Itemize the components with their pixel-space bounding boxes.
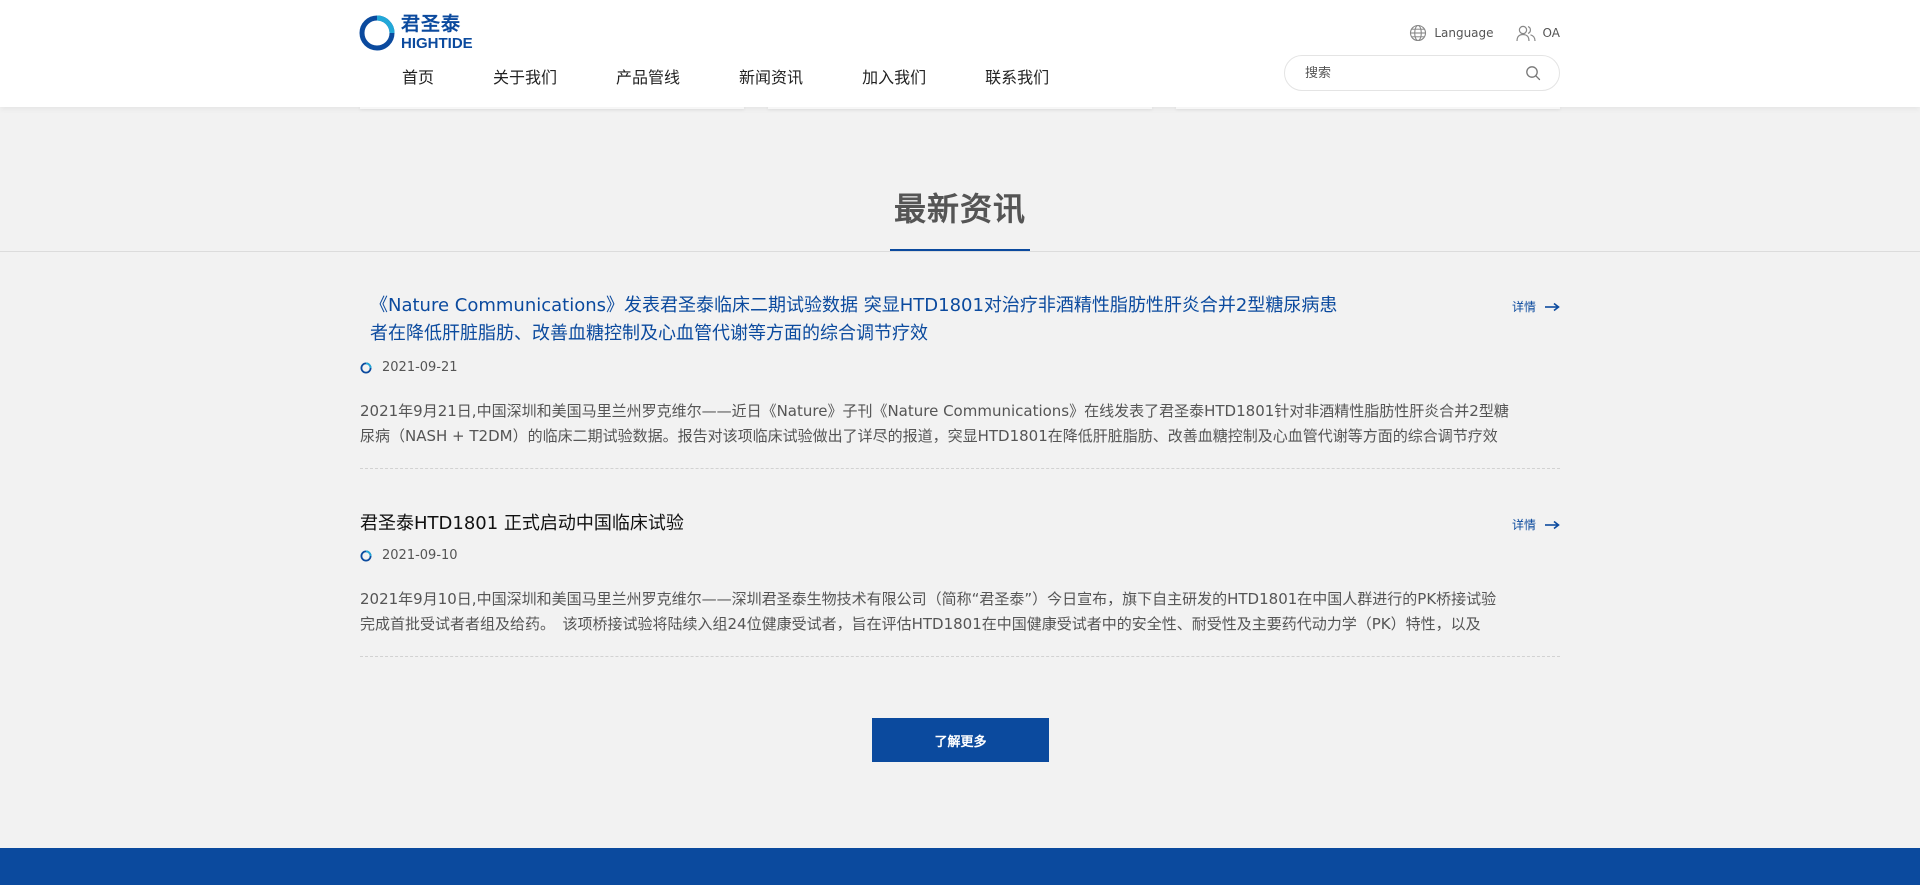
nav-item-home[interactable]: 首页 [402,64,434,88]
logo-name-en: HIGHTIDE [401,35,473,52]
nav-item-pipeline[interactable]: 产品管线 [616,64,680,88]
date-logo-icon [360,362,372,373]
news-summary: 2021年9月21日,中国深圳和美国马里兰州罗克维尔——近日《Nature》子刊… [360,399,1560,449]
news-title[interactable]: 君圣泰HTD1801 正式启动中国临床试验 [360,510,1350,538]
news-summary-line: 2021年9月21日,中国深圳和美国马里兰州罗克维尔——近日《Nature》子刊… [360,402,1509,420]
logo-text: 君圣泰 HIGHTIDE [401,13,473,52]
logo-mark-icon [359,15,395,51]
news-date: 2021-09-10 [360,548,1560,563]
top-links: Language OA [1409,24,1560,42]
news-summary-line: 尿病（NASH + T2DM）的临床二期试验数据。报告对该项临床试验做出了详尽的… [360,427,1498,445]
main-nav: 首页 关于我们 产品管线 新闻资讯 加入我们 联系我们 [359,62,1049,90]
news-summary-line: 2021年9月10日,中国深圳和美国马里兰州罗克维尔——深圳君圣泰生物技术有限公… [360,590,1497,608]
learn-more-button[interactable]: 了解更多 [872,718,1049,762]
search-input[interactable] [1305,65,1525,81]
section-divider [0,251,1920,252]
date-logo-icon [360,550,372,561]
section-title: 最新资讯 [893,190,1026,228]
section-title-underline [890,249,1030,251]
arrow-right-icon [1545,302,1560,311]
nav-item-about[interactable]: 关于我们 [493,64,557,88]
news-title[interactable]: 《Nature Communications》发表君圣泰临床二期试验数据 突显H… [360,292,1350,348]
news-detail-label: 详情 [1511,300,1536,314]
news-divider [360,656,1560,657]
oa-label: OA [1542,26,1560,40]
news-divider [360,468,1560,469]
nav-item-join[interactable]: 加入我们 [862,64,926,88]
news-date: 2021-09-21 [360,360,1560,375]
users-icon [1515,25,1536,42]
news-item: 君圣泰HTD1801 正式启动中国临床试验 详情 2021-09-10 2021… [360,510,1560,657]
arrow-right-icon [1545,520,1560,529]
news-summary-line: 完成首批受试者者组及给药。 该项桥接试验将陆续入组24位健康受试者，旨在评估HT… [360,615,1481,633]
language-link[interactable]: Language [1409,24,1494,42]
news-detail-label: 详情 [1511,518,1536,532]
oa-link[interactable]: OA [1515,24,1560,42]
news-date-text: 2021-09-21 [382,360,458,375]
logo[interactable]: 君圣泰 HIGHTIDE [359,14,479,52]
globe-icon [1410,24,1427,42]
news-summary: 2021年9月10日,中国深圳和美国马里兰州罗克维尔——深圳君圣泰生物技术有限公… [360,587,1560,637]
site-header: 君圣泰 HIGHTIDE 首页 关于我们 产品管线 新闻资讯 加入我们 联系我们… [0,0,1920,107]
news-date-text: 2021-09-10 [382,548,458,563]
nav-item-news[interactable]: 新闻资讯 [739,64,803,88]
nav-item-contact[interactable]: 联系我们 [985,64,1049,88]
search-icon[interactable] [1525,65,1541,81]
logo-name-cn: 君圣泰 [401,13,462,35]
site-footer [0,848,1920,885]
news-item: 《Nature Communications》发表君圣泰临床二期试验数据 突显H… [360,292,1560,469]
news-detail-link[interactable]: 详情 [1512,516,1560,533]
language-label: Language [1434,26,1494,40]
news-detail-link[interactable]: 详情 [1512,298,1560,315]
search-box [1284,55,1560,91]
